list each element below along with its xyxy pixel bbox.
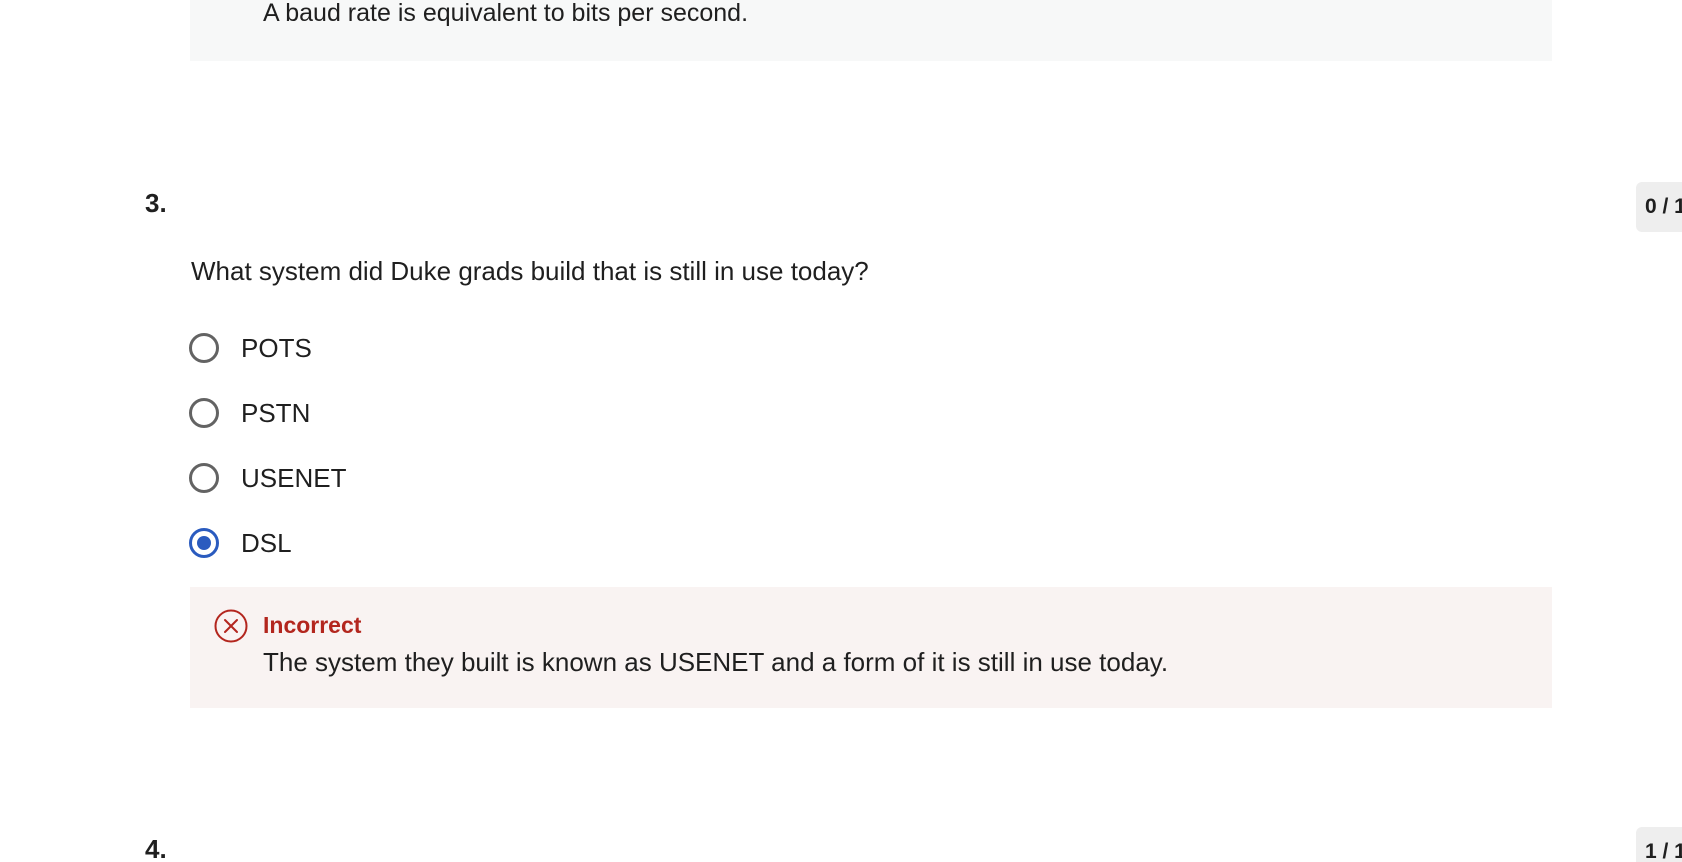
feedback-status: Incorrect: [263, 612, 362, 638]
question-prompt: What system did Duke grads build that is…: [191, 256, 869, 286]
radio-unselected-icon[interactable]: [189, 333, 219, 363]
radio-unselected-icon[interactable]: [189, 463, 219, 493]
incorrect-feedback-box: Incorrect The system they built is known…: [190, 587, 1552, 708]
quiz-results-page: A baud rate is equivalent to bits per se…: [0, 0, 1682, 862]
radio-selected-icon[interactable]: [189, 528, 219, 558]
previous-feedback-box: A baud rate is equivalent to bits per se…: [190, 0, 1552, 61]
radio-unselected-icon[interactable]: [189, 398, 219, 428]
score-badge: 0 / 1: [1636, 182, 1682, 232]
option-pots[interactable]: POTS: [189, 329, 312, 367]
question-number: 3.: [145, 188, 167, 218]
option-label: DSL: [241, 527, 292, 558]
option-usenet[interactable]: USENET: [189, 459, 346, 497]
incorrect-x-circle-icon: [214, 609, 248, 643]
option-label: PSTN: [241, 397, 311, 428]
question-number: 4.: [145, 834, 167, 862]
option-dsl[interactable]: DSL: [189, 524, 292, 562]
score-badge: 1 / 1: [1636, 827, 1682, 862]
option-pstn[interactable]: PSTN: [189, 394, 310, 432]
option-label: USENET: [241, 462, 347, 493]
previous-feedback-text: A baud rate is equivalent to bits per se…: [263, 0, 749, 27]
option-label: POTS: [241, 332, 312, 363]
feedback-explanation: The system they built is known as USENET…: [263, 647, 1169, 677]
